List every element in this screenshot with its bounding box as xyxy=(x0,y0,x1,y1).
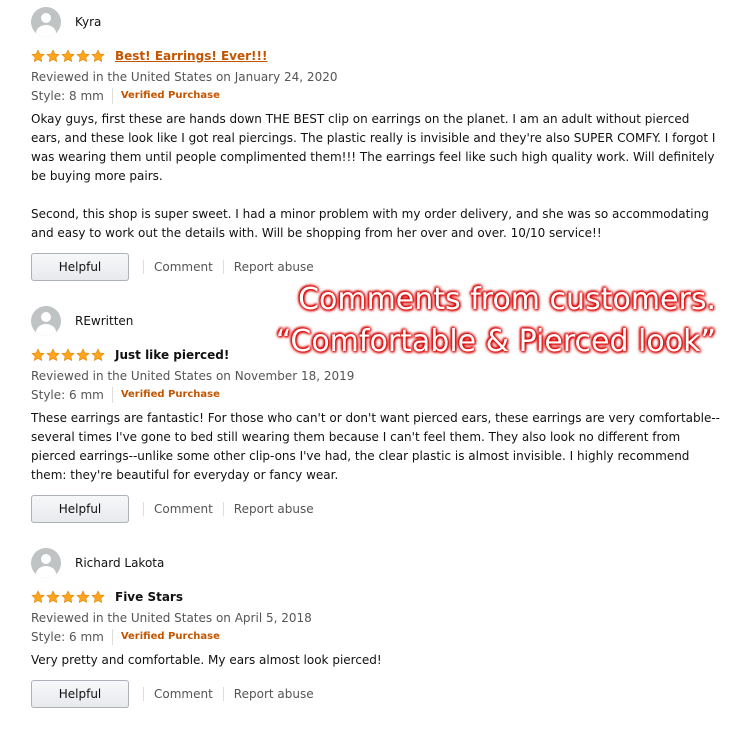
reviewer-name[interactable]: Kyra xyxy=(75,15,101,29)
star-icon xyxy=(31,590,45,604)
review-title[interactable]: Five Stars xyxy=(115,590,183,604)
reviewer-name[interactable]: REwritten xyxy=(75,314,133,328)
helpful-button[interactable]: Helpful xyxy=(31,680,129,708)
star-icon xyxy=(91,49,105,63)
review-title[interactable]: Just like pierced! xyxy=(115,348,229,362)
helpful-button[interactable]: Helpful xyxy=(31,495,129,523)
avatar[interactable] xyxy=(31,306,61,336)
star-icon xyxy=(46,348,60,362)
star-rating[interactable] xyxy=(31,49,105,63)
avatar[interactable] xyxy=(31,7,61,37)
report-abuse-link[interactable]: Report abuse xyxy=(222,502,324,516)
report-abuse-link[interactable]: Report abuse xyxy=(222,687,324,701)
star-icon xyxy=(76,49,90,63)
reviewer-name[interactable]: Richard Lakota xyxy=(75,556,164,570)
comment-link[interactable]: Comment xyxy=(143,687,223,701)
review-body: Very pretty and comfortable. My ears alm… xyxy=(31,653,382,667)
verified-purchase-badge[interactable]: Verified Purchase xyxy=(111,387,220,403)
review-body: These earrings are fantastic! For those … xyxy=(31,411,721,482)
overlay-caption-line-1: Comments from customers. xyxy=(298,282,716,317)
star-rating[interactable] xyxy=(31,590,105,604)
comment-link[interactable]: Comment xyxy=(143,502,223,516)
review-date: Reviewed in the United States on Novembe… xyxy=(31,369,355,383)
review-title[interactable]: Best! Earrings! Ever!!! xyxy=(115,49,267,63)
star-icon xyxy=(31,49,45,63)
review-date: Reviewed in the United States on January… xyxy=(31,70,338,84)
star-icon xyxy=(61,590,75,604)
star-icon xyxy=(91,348,105,362)
star-icon xyxy=(31,348,45,362)
review-style[interactable]: Style: 6 mm xyxy=(31,387,104,403)
helpful-button[interactable]: Helpful xyxy=(31,253,129,281)
star-icon xyxy=(61,348,75,362)
review-date: Reviewed in the United States on April 5… xyxy=(31,611,312,625)
star-rating[interactable] xyxy=(31,348,105,362)
overlay-caption-line-2: “Comfortable & Pierced look” xyxy=(275,324,716,359)
comment-link[interactable]: Comment xyxy=(143,260,223,274)
verified-purchase-badge[interactable]: Verified Purchase xyxy=(111,629,220,645)
review-body: Okay guys, first these are hands down TH… xyxy=(31,112,716,240)
reviewer-profile[interactable]: Richard Lakota xyxy=(31,548,721,578)
star-icon xyxy=(76,590,90,604)
review-style[interactable]: Style: 6 mm xyxy=(31,629,104,645)
avatar[interactable] xyxy=(31,548,61,578)
review-card: Richard Lakota Five Stars Reviewed in th… xyxy=(31,548,721,708)
report-abuse-link[interactable]: Report abuse xyxy=(222,260,324,274)
verified-purchase-badge[interactable]: Verified Purchase xyxy=(111,88,220,104)
review-card: Kyra Best! Earrings! Ever!!! Reviewed in… xyxy=(31,7,721,281)
reviewer-profile[interactable]: Kyra xyxy=(31,7,721,37)
review-style[interactable]: Style: 8 mm xyxy=(31,88,104,104)
star-icon xyxy=(46,590,60,604)
star-icon xyxy=(76,348,90,362)
star-icon xyxy=(46,49,60,63)
star-icon xyxy=(61,49,75,63)
star-icon xyxy=(91,590,105,604)
